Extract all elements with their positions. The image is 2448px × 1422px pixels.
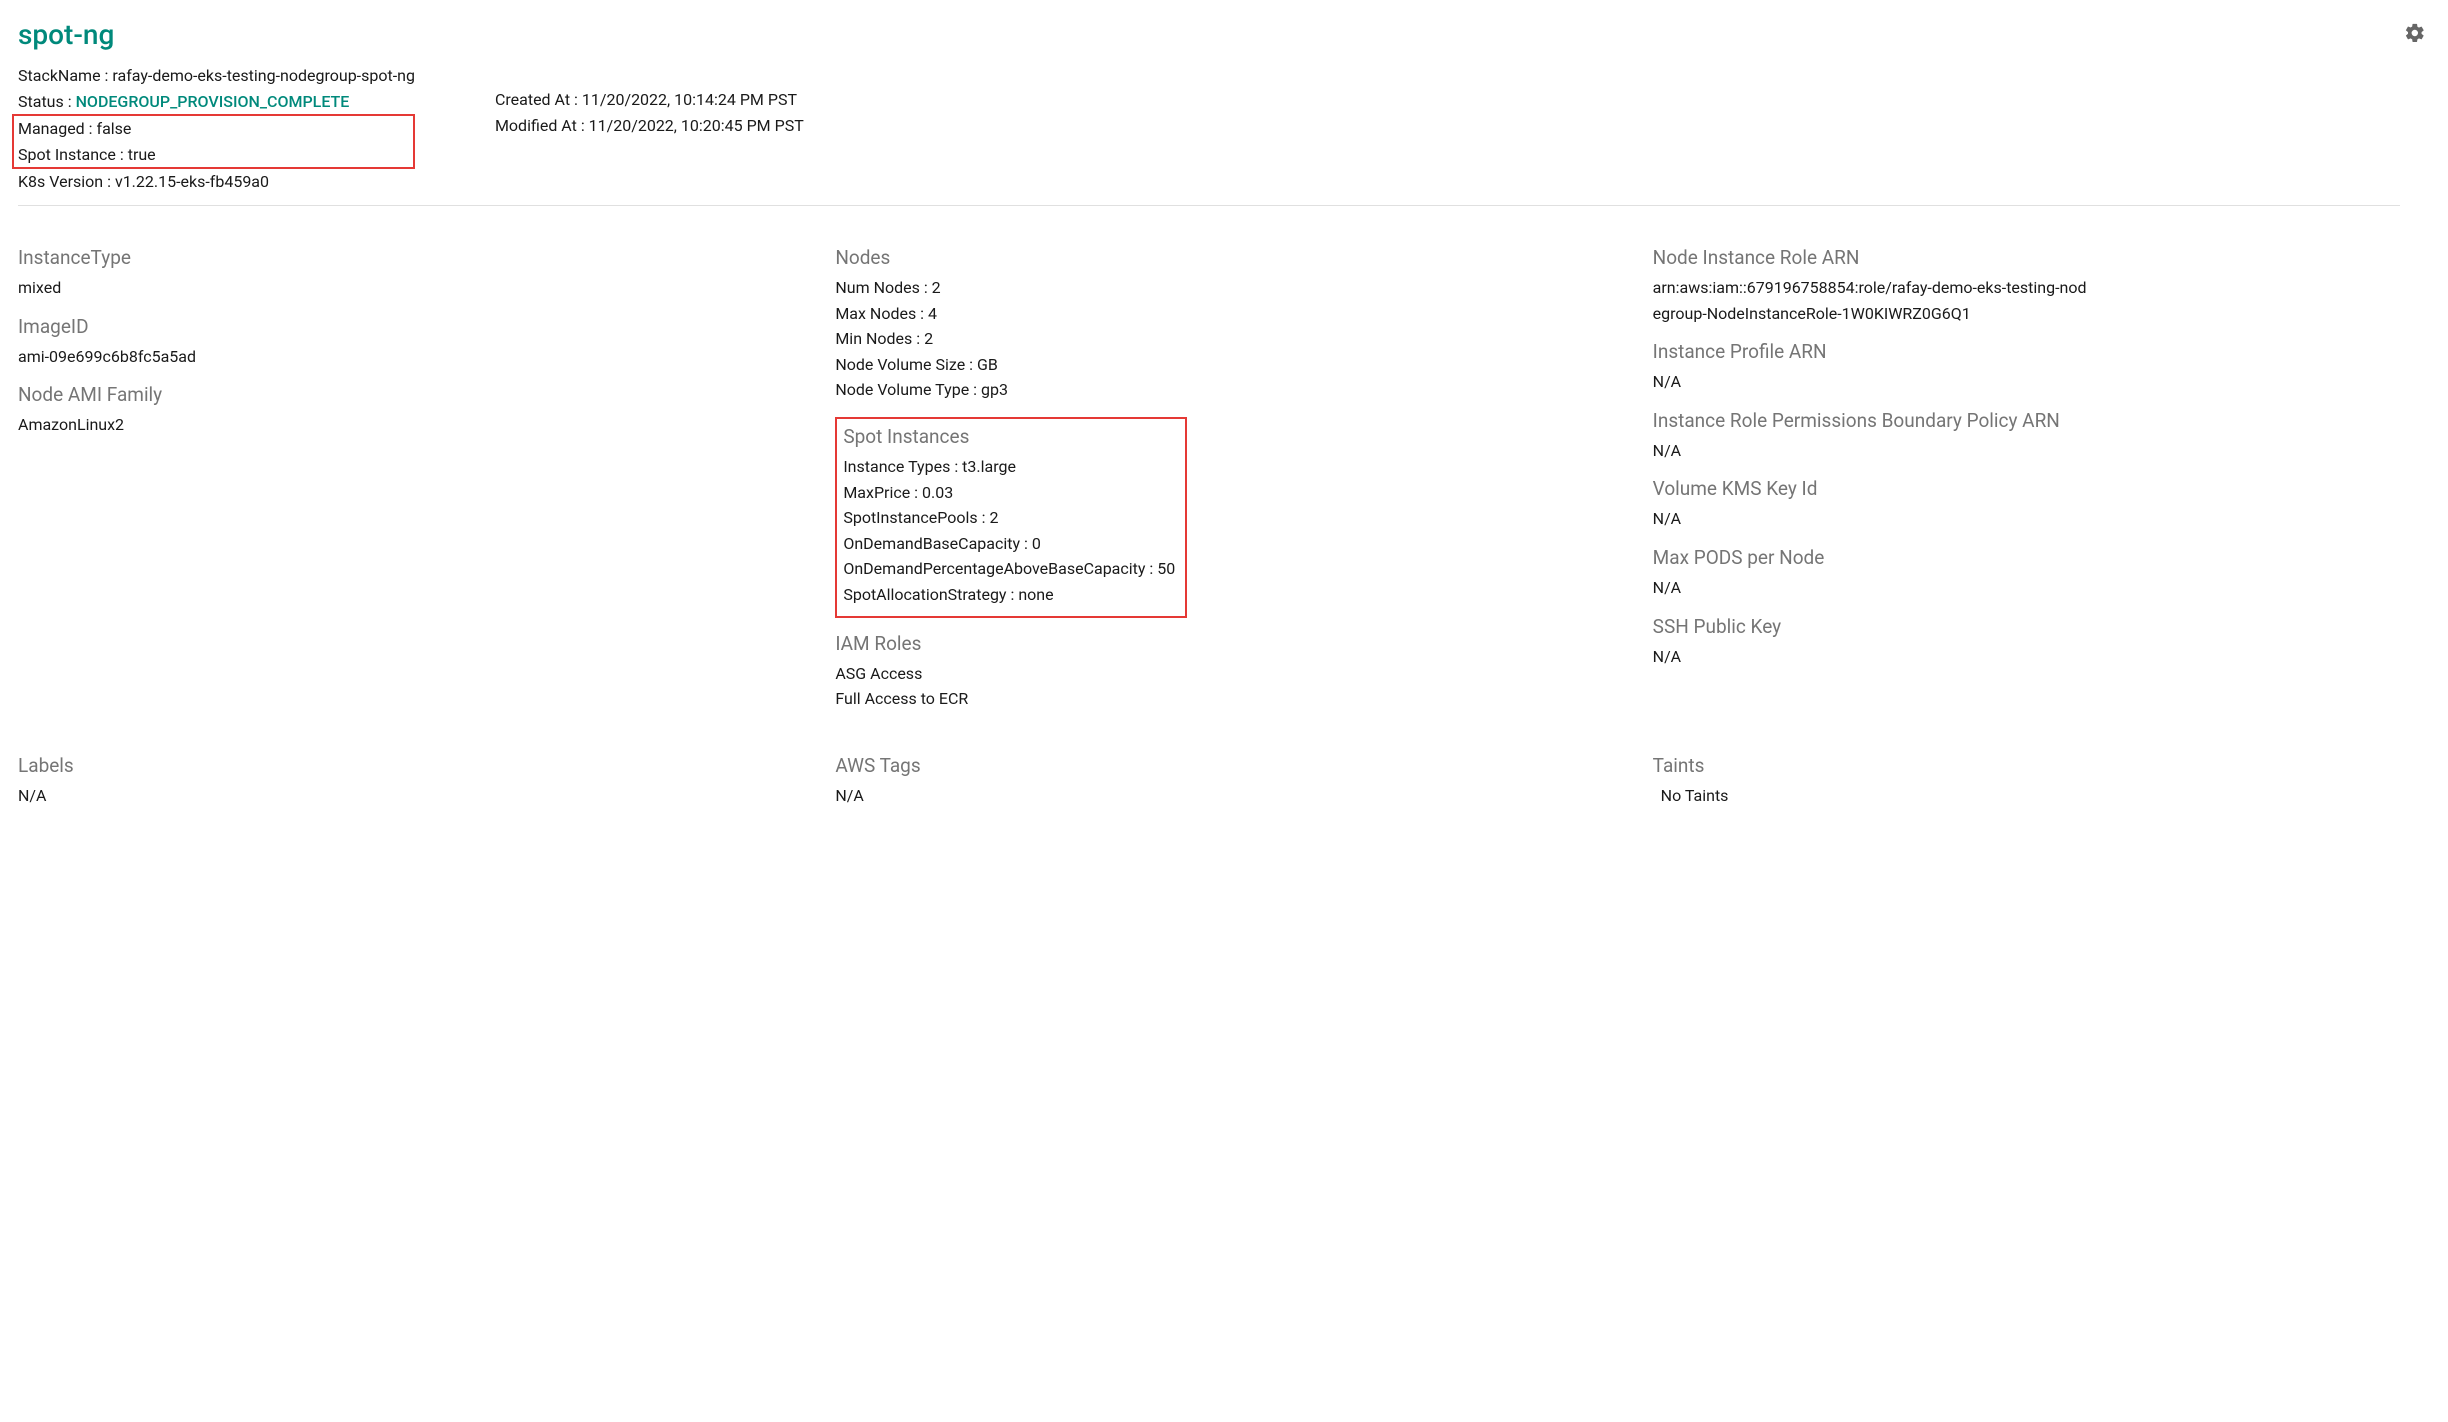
nodes-title: Nodes <box>835 246 1612 269</box>
iam-roles-title: IAM Roles <box>835 632 1612 655</box>
taints-value: No Taints <box>1653 783 2430 809</box>
image-id-value: ami-09e699c6b8fc5a5ad <box>18 344 795 370</box>
node-volume-size: Node Volume Size : GB <box>835 352 1612 378</box>
spot-instance-types: Instance Types : t3.large <box>843 454 1175 480</box>
labels-title: Labels <box>18 754 795 777</box>
stack-name-label: StackName : <box>18 66 108 85</box>
perm-boundary-arn-value: N/A <box>1653 438 2430 464</box>
taints-title: Taints <box>1653 754 2430 777</box>
ssh-key-value: N/A <box>1653 644 2430 670</box>
ami-family-title: Node AMI Family <box>18 383 795 406</box>
spot-instance-label: Spot Instance : <box>18 145 124 164</box>
spot-max-price: MaxPrice : 0.03 <box>843 480 1175 506</box>
col-nodes: Nodes Num Nodes : 2 Max Nodes : 4 Min No… <box>835 232 1612 712</box>
spot-instances-title: Spot Instances <box>843 425 1175 448</box>
stack-name-value: rafay-demo-eks-testing-nodegroup-spot-ng <box>112 66 415 85</box>
k8s-version: K8s Version : v1.22.15-eks-fb459a0 <box>18 169 415 195</box>
labels-value: N/A <box>18 783 795 809</box>
k8s-version-value: v1.22.15-eks-fb459a0 <box>115 172 269 191</box>
num-nodes: Num Nodes : 2 <box>835 275 1612 301</box>
created-at-value: 11/20/2022, 10:14:24 PM PST <box>582 90 797 109</box>
volume-kms-title: Volume KMS Key Id <box>1653 477 2430 500</box>
created-at-label: Created At : <box>495 90 578 109</box>
perm-boundary-arn-title: Instance Role Permissions Boundary Polic… <box>1653 409 2430 432</box>
spot-instance-pools: SpotInstancePools : 2 <box>843 505 1175 531</box>
aws-tags-value: N/A <box>835 783 1612 809</box>
taints-section: Taints No Taints <box>1653 740 2430 809</box>
on-demand-percentage: OnDemandPercentageAboveBaseCapacity : 50 <box>843 556 1175 582</box>
stack-name: StackName : rafay-demo-eks-testing-nodeg… <box>18 63 415 89</box>
node-volume-type: Node Volume Type : gp3 <box>835 377 1612 403</box>
managed-label: Managed : <box>18 119 93 138</box>
gear-icon[interactable] <box>2400 18 2430 54</box>
status: Status : NODEGROUP_PROVISION_COMPLETE <box>18 89 415 115</box>
spot-instances-highlight: Spot Instances Instance Types : t3.large… <box>835 417 1187 618</box>
instance-type-value: mixed <box>18 275 795 301</box>
spot-instance-value: true <box>128 145 156 164</box>
aws-tags-section: AWS Tags N/A <box>835 740 1612 809</box>
spot-instance: Spot Instance : true <box>18 142 409 168</box>
spot-allocation-strategy: SpotAllocationStrategy : none <box>843 582 1175 608</box>
instance-profile-arn-value: N/A <box>1653 369 2430 395</box>
managed: Managed : false <box>18 116 409 142</box>
instance-profile-arn-title: Instance Profile ARN <box>1653 340 2430 363</box>
on-demand-base-capacity: OnDemandBaseCapacity : 0 <box>843 531 1175 557</box>
page-title: spot-ng <box>18 18 2400 51</box>
col-arns: Node Instance Role ARN arn:aws:iam::6791… <box>1653 232 2430 712</box>
modified-at-label: Modified At : <box>495 116 585 135</box>
node-role-arn-title: Node Instance Role ARN <box>1653 246 2430 269</box>
volume-kms-value: N/A <box>1653 506 2430 532</box>
node-role-arn-value: arn:aws:iam::679196758854:role/rafay-dem… <box>1653 275 2093 326</box>
min-nodes: Min Nodes : 2 <box>835 326 1612 352</box>
aws-tags-title: AWS Tags <box>835 754 1612 777</box>
managed-spot-highlight: Managed : false Spot Instance : true <box>12 114 415 169</box>
image-id-title: ImageID <box>18 315 795 338</box>
iam-ecr-access: Full Access to ECR <box>835 686 1612 712</box>
iam-asg-access: ASG Access <box>835 661 1612 687</box>
status-value: NODEGROUP_PROVISION_COMPLETE <box>76 92 350 111</box>
max-pods-title: Max PODS per Node <box>1653 546 2430 569</box>
modified-at-value: 11/20/2022, 10:20:45 PM PST <box>589 116 804 135</box>
labels-section: Labels N/A <box>18 740 795 809</box>
col-instance: InstanceType mixed ImageID ami-09e699c6b… <box>18 232 795 712</box>
ami-family-value: AmazonLinux2 <box>18 412 795 438</box>
max-pods-value: N/A <box>1653 575 2430 601</box>
k8s-version-label: K8s Version : <box>18 172 111 191</box>
instance-type-title: InstanceType <box>18 246 795 269</box>
status-label: Status : <box>18 92 72 111</box>
created-at: Created At : 11/20/2022, 10:14:24 PM PST <box>495 87 804 113</box>
meta-block: StackName : rafay-demo-eks-testing-nodeg… <box>18 63 2400 206</box>
modified-at: Modified At : 11/20/2022, 10:20:45 PM PS… <box>495 113 804 139</box>
max-nodes: Max Nodes : 4 <box>835 301 1612 327</box>
ssh-key-title: SSH Public Key <box>1653 615 2430 638</box>
managed-value: false <box>97 119 132 138</box>
